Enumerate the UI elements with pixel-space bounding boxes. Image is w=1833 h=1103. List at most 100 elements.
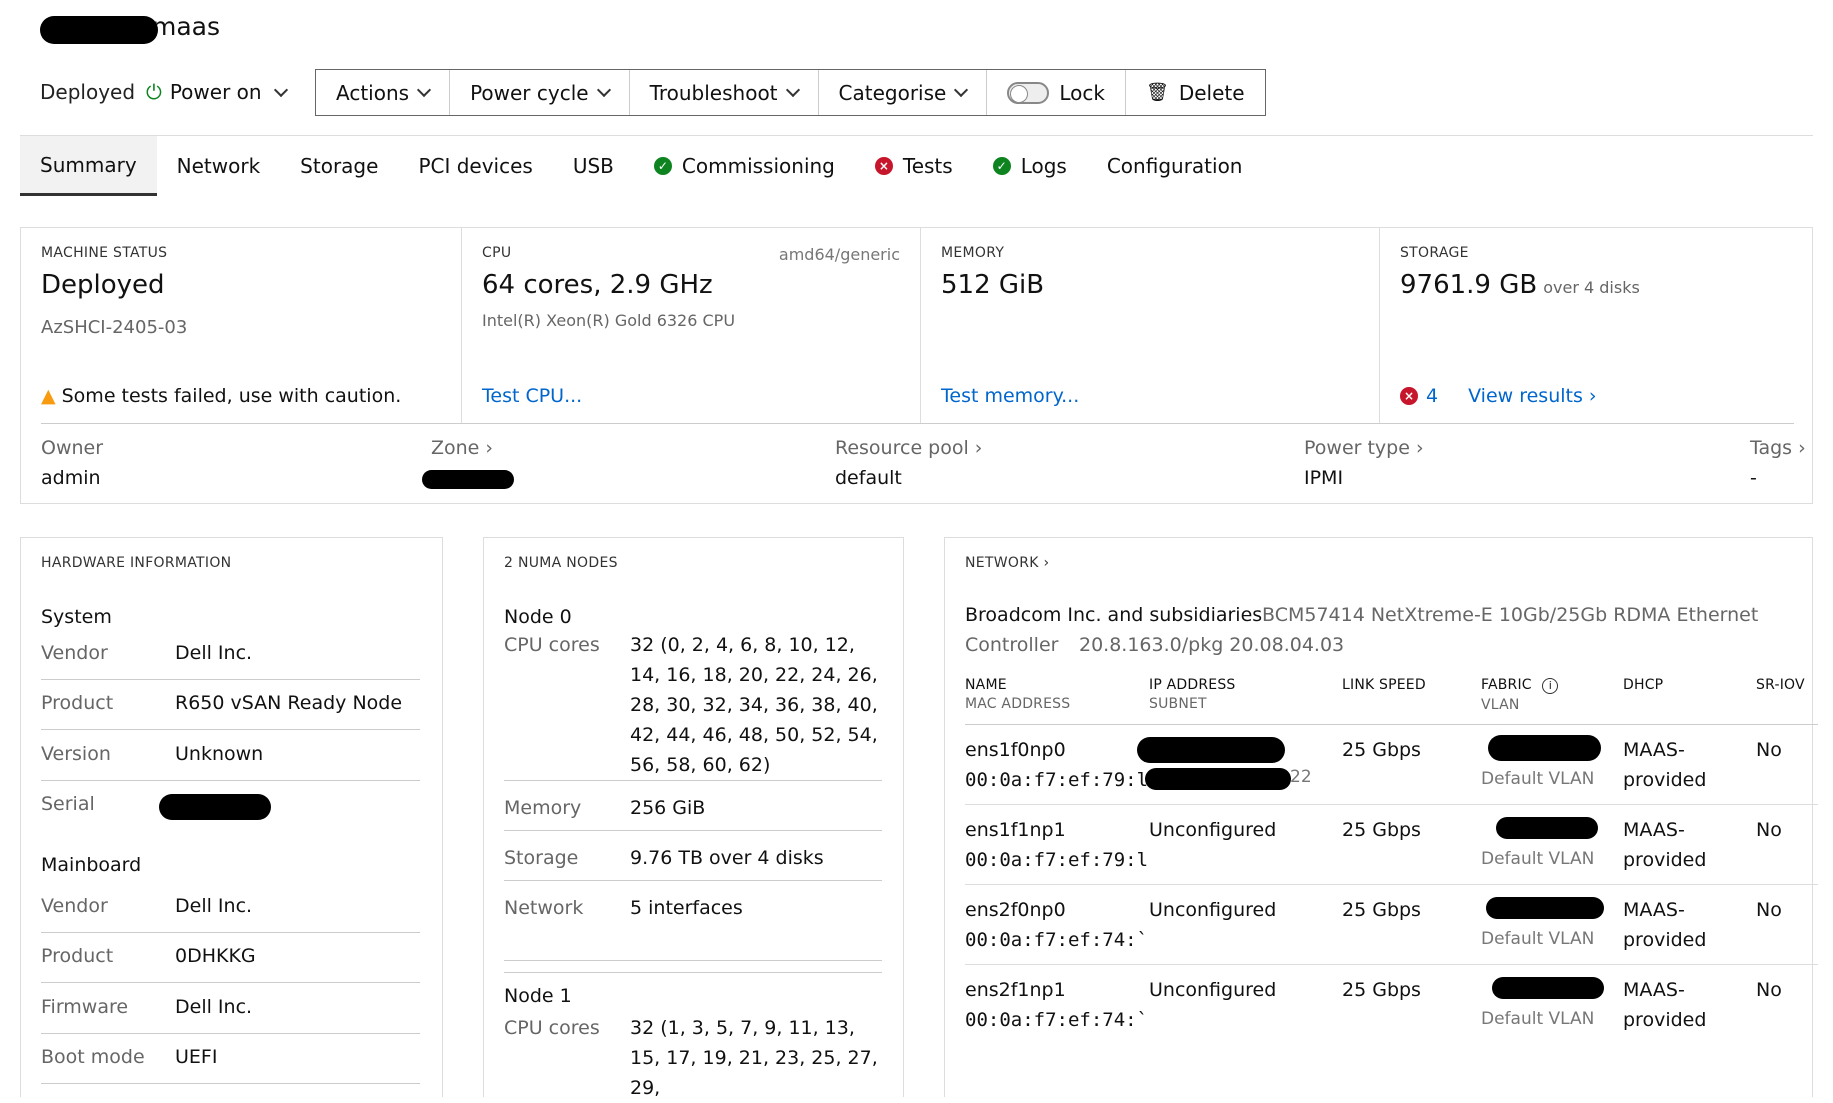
owner-value: admin: [41, 467, 101, 489]
machine-status-text: Deployed: [40, 80, 136, 104]
power-label: Power on: [169, 80, 262, 104]
test-cpu-link[interactable]: Test CPU...: [482, 385, 582, 407]
numa-node0-memory-row: Memory 256 GiB: [504, 797, 882, 831]
tab-pci-devices[interactable]: PCI devices: [398, 136, 552, 196]
toggle-switch[interactable]: [1007, 81, 1050, 104]
machine-status-label: MACHINE STATUS: [41, 245, 168, 261]
summary-card: MACHINE STATUS Deployed AzSHCI-2405-03 ▲…: [20, 227, 1813, 504]
hw-row-mainboard-bootmode: Boot mode UEFI: [41, 1034, 420, 1084]
power-cycle-button[interactable]: Power cycle: [450, 70, 630, 115]
numa-node0-storage-row: Storage 9.76 TB over 4 disks: [504, 847, 882, 881]
memory-panel: MEMORY 512 GiB Test memory...: [921, 228, 1380, 423]
power-dropdown[interactable]: ⏻ Power on: [146, 80, 288, 104]
numa-card: 2 NUMA NODES Node 0 CPU cores 32 (0, 2, …: [483, 537, 904, 1099]
info-icon[interactable]: i: [1542, 678, 1559, 694]
table-row[interactable]: ens1f1np1 00:0a:f7:ef:79:l Unconfigured …: [965, 805, 1818, 885]
storage-label: STORAGE: [1400, 245, 1469, 261]
tab-usb[interactable]: USB: [553, 136, 634, 196]
hw-row-system-vendor: Vendor Dell Inc.: [41, 630, 420, 680]
chevron-down-icon: [785, 82, 800, 98]
nic-product: BCM57414 NetXtreme-E 10Gb/25Gb RDMA Ethe…: [1262, 604, 1759, 626]
owner-label: Owner: [41, 437, 104, 459]
redacted-ip: [1137, 737, 1285, 763]
nic-vendor: Broadcom Inc. and subsidiaries: [965, 604, 1263, 626]
redacted-serial: [159, 794, 271, 820]
table-row[interactable]: ens2f1np1 00:0a:f7:ef:74:` Unconfigured …: [965, 965, 1818, 1045]
system-group-title: System: [41, 606, 112, 628]
chevron-down-icon: [596, 82, 611, 98]
numa-node1-cpu-row: CPU cores 32 (1, 3, 5, 7, 9, 11, 13, 15,…: [504, 1017, 878, 1099]
lock-toggle[interactable]: Lock: [987, 70, 1126, 115]
redacted-fabric: [1488, 735, 1601, 761]
redacted-hostname: [40, 16, 158, 44]
numa-node0-cpu-row: CPU cores 32 (0, 2, 4, 6, 8, 10, 12, 14,…: [504, 634, 882, 781]
cpu-model: Intel(R) Xeon(R) Gold 6326 CPU: [482, 311, 736, 330]
error-icon: ×: [1400, 387, 1418, 405]
view-results-link[interactable]: View results ›: [1468, 385, 1596, 407]
test-warning: ▲ Some tests failed, use with caution.: [41, 385, 402, 407]
actions-button[interactable]: Actions: [316, 70, 451, 115]
page-title: maas: [40, 12, 220, 44]
chevron-down-icon: [273, 82, 288, 97]
resource-pool-link[interactable]: Resource pool ›: [835, 437, 982, 459]
table-row[interactable]: ens1f0np0 00:0a:f7:ef:79:l 22 25 Gbps De…: [965, 725, 1818, 805]
power-type-link[interactable]: Power type ›: [1304, 437, 1424, 459]
mainboard-group-title: Mainboard: [41, 854, 142, 876]
hw-row-mainboard-product: Product 0DHKKG: [41, 933, 420, 983]
warning-icon: ▲: [41, 385, 56, 407]
test-memory-link[interactable]: Test memory...: [941, 385, 1079, 407]
col-header-ip: IP ADDRESS SUBNET: [1149, 677, 1236, 712]
success-icon: ✓: [653, 157, 672, 175]
table-row[interactable]: ens2f0np0 00:0a:f7:ef:74:` Unconfigured …: [965, 885, 1818, 965]
memory-label: MEMORY: [941, 245, 1005, 261]
tab-logs[interactable]: ✓ Logs: [973, 136, 1087, 196]
numa-node-divider: [504, 972, 882, 973]
numa-node0-title: Node 0: [504, 606, 572, 628]
power-icon: ⏻: [146, 80, 162, 104]
cpu-arch: amd64/generic: [778, 245, 900, 264]
cpu-label: CPU: [482, 245, 512, 261]
failed-tests-count[interactable]: 4: [1426, 385, 1438, 407]
tags-value: -: [1750, 467, 1757, 489]
power-type-value: IPMI: [1304, 467, 1344, 489]
network-card: NETWORK › Broadcom Inc. and subsidiaries…: [944, 537, 1818, 1097]
machine-hostname: AzSHCI-2405-03: [41, 317, 188, 338]
numa-node0-network-row: Network 5 interfaces: [504, 897, 882, 961]
tab-tests[interactable]: × Tests: [855, 136, 973, 196]
tags-link[interactable]: Tags ›: [1750, 437, 1806, 459]
storage-test-results: × 4 View results ›: [1400, 385, 1597, 407]
cpu-value: 64 cores, 2.9 GHz: [482, 270, 713, 300]
numa-title: 2 NUMA NODES: [504, 555, 618, 571]
numa-node1-title: Node 1: [504, 985, 572, 1007]
col-header-fabric: FABRIC i VLAN: [1481, 677, 1559, 713]
action-toolbar: Actions Power cycle Troubleshoot Categor…: [315, 69, 1266, 116]
col-header-sriov: SR-IOV: [1756, 677, 1805, 693]
storage-panel: STORAGE 9761.9 GB over 4 disks × 4 View …: [1380, 228, 1814, 423]
hw-row-mainboard-vendor: Vendor Dell Inc.: [41, 883, 420, 933]
delete-button[interactable]: 🗑 Delete: [1126, 70, 1265, 115]
machine-status-value: Deployed: [41, 270, 165, 300]
tab-commissioning[interactable]: ✓ Commissioning: [634, 136, 855, 196]
tab-network[interactable]: Network: [157, 136, 281, 196]
success-icon: ✓: [992, 157, 1011, 175]
hardware-info-title: HARDWARE INFORMATION: [41, 555, 232, 571]
nic-firmware: 20.8.163.0/pkg 20.08.04.03: [1079, 634, 1345, 656]
redacted-subnet: [1145, 768, 1291, 790]
resource-pool-value: default: [835, 467, 902, 489]
zone-link[interactable]: Zone ›: [431, 437, 493, 459]
col-header-speed: LINK SPEED: [1342, 677, 1426, 693]
nic-product-line2: Controller: [965, 634, 1059, 656]
col-header-name: NAME MAC ADDRESS: [965, 677, 1071, 712]
tab-configuration[interactable]: Configuration: [1087, 136, 1263, 196]
tab-bar: Summary Network Storage PCI devices USB …: [20, 136, 1262, 196]
tab-summary[interactable]: Summary: [20, 136, 157, 196]
network-link[interactable]: NETWORK ›: [965, 555, 1049, 571]
troubleshoot-button[interactable]: Troubleshoot: [630, 70, 819, 115]
cpu-panel: CPU amd64/generic 64 cores, 2.9 GHz Inte…: [462, 228, 921, 423]
categorise-button[interactable]: Categorise: [819, 70, 988, 115]
trash-icon: 🗑: [1145, 82, 1169, 103]
hw-row-mainboard-firmware: Firmware Dell Inc.: [41, 984, 420, 1034]
redacted-fabric: [1492, 977, 1604, 999]
tab-storage[interactable]: Storage: [280, 136, 398, 196]
redacted-fabric: [1486, 897, 1604, 919]
